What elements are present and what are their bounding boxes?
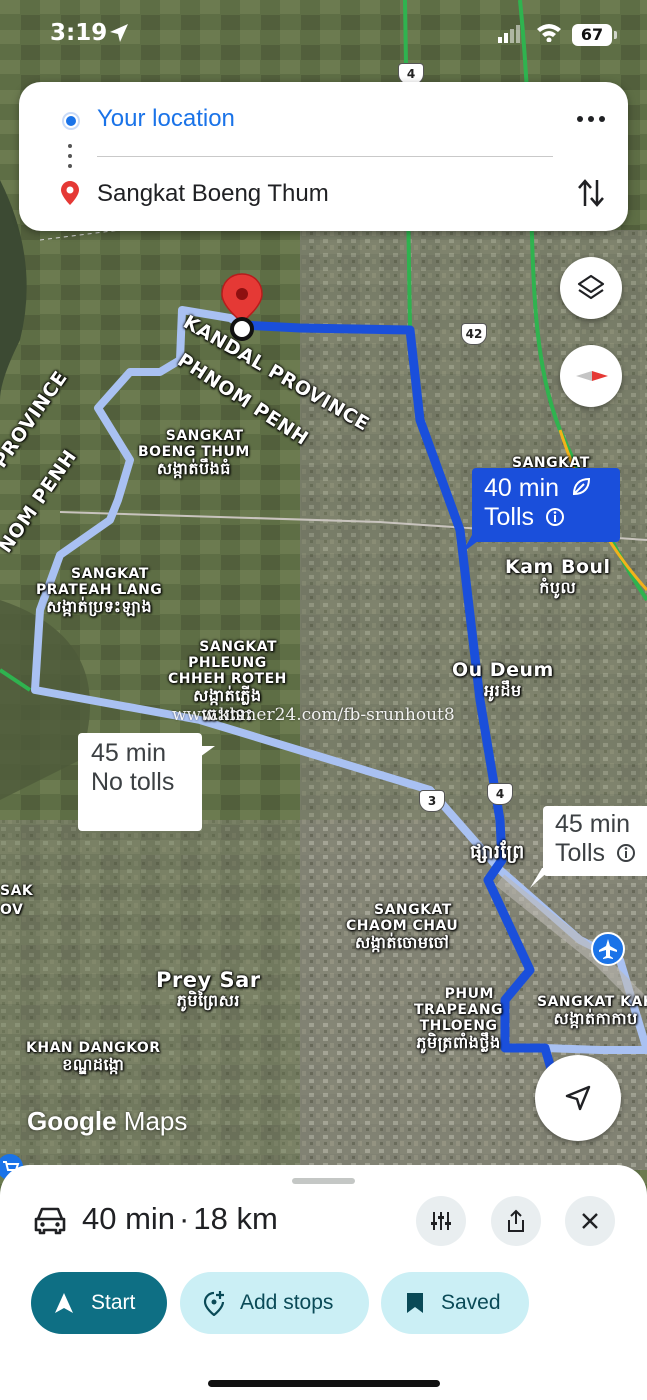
bookmark-icon [407, 1293, 423, 1313]
no-tolls-route-time: 45 min [91, 739, 167, 767]
map-label-kakab: SANGKAT KAK សង្កាត់កាកាប [537, 994, 647, 1029]
share-button[interactable] [491, 1196, 541, 1246]
primary-route-callout[interactable]: 40 min Tolls [472, 468, 620, 542]
my-location-button[interactable] [535, 1055, 621, 1141]
map-label-phsar: ផ្សារព្រែ [470, 841, 525, 863]
sheet-drag-handle[interactable] [292, 1178, 355, 1184]
no-tolls-route-callout[interactable]: 45 min No tolls [78, 733, 202, 831]
no-tolls-callout-tail [193, 746, 215, 762]
origin-dot-icon [62, 112, 80, 130]
primary-route-time: 40 min [484, 474, 560, 502]
primary-route-tolls: Tolls [484, 503, 535, 531]
map-label-ov: OV [0, 902, 24, 918]
directions-card: Your location Sangkat Boeng Thum [19, 82, 628, 231]
tolls-route-time: 45 min [555, 810, 631, 838]
destination-field[interactable]: Sangkat Boeng Thum [97, 180, 329, 208]
route-options-button[interactable] [416, 1196, 466, 1246]
info-icon [545, 508, 564, 526]
location-services-icon [110, 24, 128, 42]
destination-pin-icon[interactable] [220, 272, 266, 344]
route-duration: 40 min [82, 1201, 176, 1236]
watermark-text: www.khmer24.com/fb-srunhout8 [172, 705, 455, 725]
swap-directions-icon[interactable] [577, 176, 605, 210]
saved-button[interactable]: Saved [381, 1272, 529, 1334]
tolls-route-label: Tolls [555, 839, 606, 867]
start-button[interactable]: Start [31, 1272, 167, 1334]
map-label-sak: SAK [0, 883, 34, 899]
road-shield: 4 [487, 783, 513, 805]
route-connector-icon [68, 144, 72, 170]
navigation-icon [55, 1293, 73, 1313]
map-label-dangkor: KHAN DANGKOR ខណ្ឌដង្កោ [26, 1040, 161, 1075]
map-label-boeng-thum: SANGKAT BOENG THUM សង្កាត់បឹងធំ [138, 428, 250, 479]
field-divider [97, 156, 553, 157]
airport-icon[interactable] [591, 932, 625, 966]
cellular-signal-icon [498, 25, 520, 43]
map-label-prateah-lang: SANGKAT PRATEAH LANG សង្កាត់ប្រទះឡាង [36, 566, 163, 617]
compass-button[interactable] [560, 345, 622, 407]
home-indicator[interactable] [208, 1380, 440, 1387]
eco-leaf-icon [572, 477, 591, 496]
tune-icon [431, 1212, 451, 1230]
no-tolls-route-label: No tolls [91, 768, 175, 796]
layers-icon [577, 274, 605, 300]
add-stops-button[interactable]: Add stops [180, 1272, 369, 1334]
battery-indicator: 67 [572, 24, 617, 46]
info-icon [616, 844, 635, 862]
status-time: 3:19 [50, 20, 108, 46]
layers-button[interactable] [560, 257, 622, 319]
car-icon [34, 1207, 66, 1235]
road-shield: 3 [419, 790, 445, 812]
map-label-ou-deum: Ou Deum អូរដឹម [452, 659, 554, 700]
close-icon [582, 1213, 598, 1229]
map-label-prey-sar: Prey Sar ភូមិព្រៃសរ [156, 968, 261, 1011]
origin-field[interactable]: Your location [97, 105, 235, 133]
map-label-kam-boul: Kam Boul កំបូល [505, 556, 611, 597]
google-maps-logo: Google Maps [27, 1106, 188, 1136]
map-label-trapeang: PHUM TRAPEANG THLOENG ភូមិត្រពាំងថ្លឹង [414, 986, 504, 1053]
close-button[interactable] [565, 1196, 615, 1246]
route-summary: 40 min · 18 km [82, 1201, 278, 1236]
route-bottom-sheet: 40 min · 18 km Start Add stops Saved [0, 1165, 647, 1400]
route-distance: 18 km [193, 1201, 278, 1236]
primary-callout-tail [462, 535, 486, 553]
road-shield: 42 [461, 323, 487, 345]
wifi-icon [537, 24, 561, 42]
navigation-arrow-icon [565, 1085, 591, 1111]
more-options-icon[interactable] [571, 104, 611, 134]
tolls-route-callout[interactable]: 45 min Tolls [543, 806, 647, 876]
destination-pin-small-icon [61, 181, 79, 205]
tolls-callout-tail [530, 868, 552, 888]
compass-icon [576, 371, 608, 381]
add-location-icon [203, 1291, 225, 1316]
status-bar: 3:19 67 [0, 0, 647, 68]
share-icon [508, 1209, 524, 1232]
